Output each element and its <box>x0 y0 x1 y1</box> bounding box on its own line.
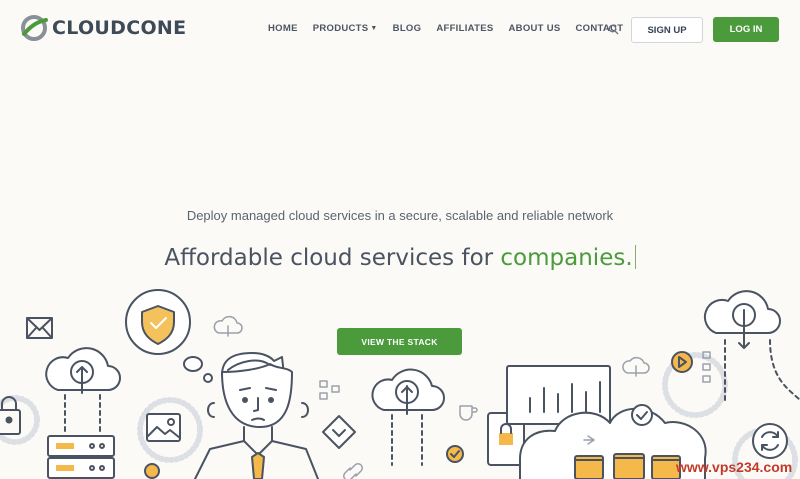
flowchart-icon <box>319 380 340 400</box>
cloud-icon <box>213 315 243 337</box>
check-icon <box>144 463 160 479</box>
shield-check-icon <box>125 289 191 355</box>
coffee-cup-icon <box>459 405 478 421</box>
cloud-upload-icon <box>45 347 121 436</box>
headline-accent: companies. <box>500 245 633 271</box>
watermark: www.vps234.com <box>676 459 793 475</box>
headline-prefix: Affordable cloud services for <box>164 245 501 271</box>
site-header: CLOUDCONE HOME PRODUCTS ▼ BLOG AFFILIATE… <box>0 0 800 60</box>
main-nav: HOME PRODUCTS ▼ BLOG AFFILIATES ABOUT US… <box>268 23 638 34</box>
view-the-stack-button[interactable]: VIEW THE STACK <box>337 328 462 355</box>
refresh-icon <box>752 423 788 459</box>
chevron-down-icon: ▼ <box>370 25 378 32</box>
envelope-icon <box>26 317 53 339</box>
sign-up-button[interactable]: SIGN UP <box>631 17 703 43</box>
logo[interactable]: CLOUDCONE <box>20 14 186 42</box>
cloud-upload-icon-right <box>703 290 800 401</box>
cloudcone-logo-icon <box>21 15 48 41</box>
search-icon-glyph <box>608 24 619 35</box>
nav-item-products[interactable]: PRODUCTS ▼ <box>313 23 378 34</box>
hero-tagline: Deploy managed cloud services in a secur… <box>186 208 614 223</box>
nav-item-products-label: PRODUCTS <box>312 23 369 34</box>
nav-item-home[interactable]: HOME <box>268 23 298 34</box>
hero-illustration <box>0 289 800 479</box>
brand-name: CLOUDCONE <box>52 17 187 39</box>
cloud-icon-center <box>371 368 445 466</box>
log-in-button[interactable]: LOG IN <box>713 17 779 42</box>
hero-headline: Affordable cloud services for companies. <box>0 245 800 271</box>
play-icon <box>671 351 693 373</box>
nav-item-affiliates[interactable]: AFFILIATES <box>436 23 493 34</box>
nav-item-about-us[interactable]: ABOUT US <box>509 23 561 34</box>
typing-cursor <box>634 245 636 269</box>
padlock-icon <box>0 396 21 435</box>
image-icon <box>146 413 181 442</box>
server-rack-icon <box>47 435 115 479</box>
link-icon <box>343 463 363 479</box>
search-icon[interactable] <box>608 22 619 40</box>
check-icon-yellow <box>446 445 464 463</box>
person-figure <box>194 352 319 479</box>
nav-item-blog[interactable]: BLOG <box>393 23 422 34</box>
diamond-arrows-icon <box>322 415 356 449</box>
thought-bubbles <box>183 356 213 383</box>
